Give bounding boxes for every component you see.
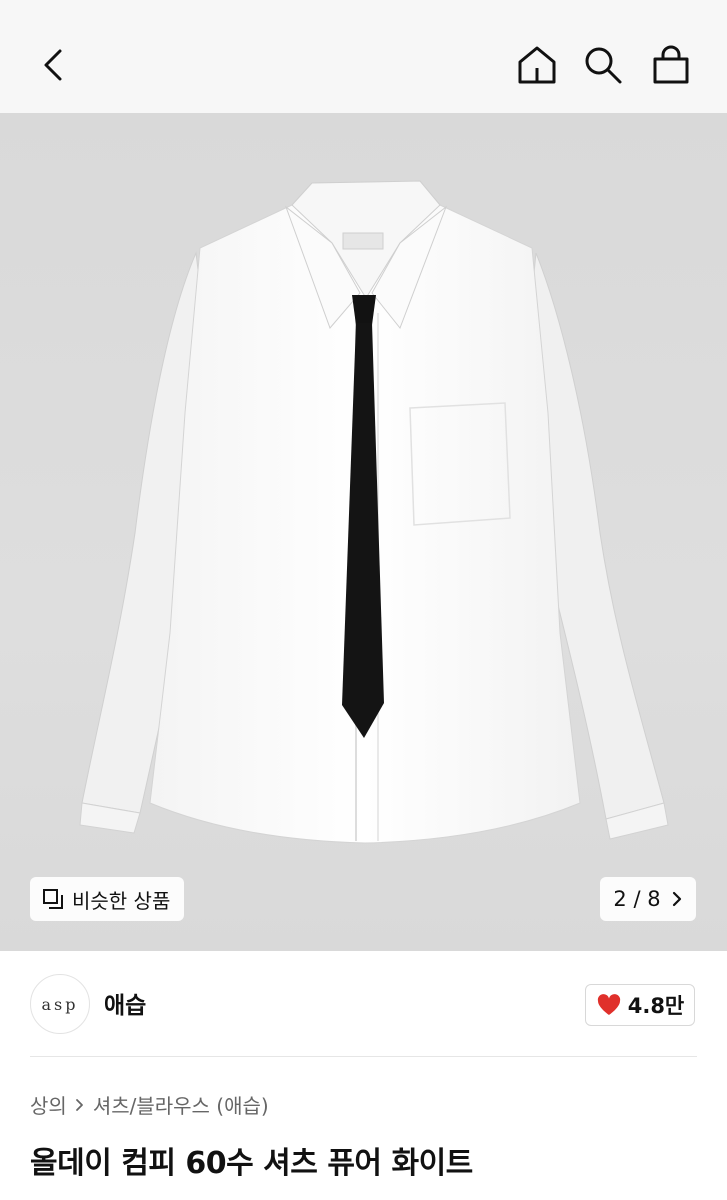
heart-icon [597,994,620,1015]
image-counter: 2 / 8 [613,887,661,911]
similar-products-label: 비슷한 상품 [72,888,171,913]
home-button[interactable] [510,38,564,92]
like-button[interactable]: 4.8만 [585,984,695,1026]
like-count: 4.8만 [627,994,685,1018]
product-photo-shirt [79,180,669,844]
home-icon [518,46,556,84]
top-navigation-bar [0,0,727,113]
divider [30,1056,697,1057]
breadcrumb: 상의 셔츠/블라우스 (애습) [30,1090,269,1119]
brand-logo-text: asp [41,994,79,1014]
back-button[interactable] [26,38,80,92]
shopping-bag-button[interactable] [644,38,698,92]
product-title: 올데이 컴피 60수 셔츠 퓨어 화이트 [30,1146,473,1181]
chevron-right-icon [75,1098,83,1111]
breadcrumb-category[interactable]: 상의 [30,1090,67,1119]
shopping-bag-icon [653,45,689,84]
brand-row: asp 애습 4.8만 [0,951,727,1057]
chevron-left-icon [44,49,62,81]
image-counter-button[interactable]: 2 / 8 [600,877,696,921]
chevron-right-icon [672,891,681,907]
search-icon [585,47,622,84]
search-button[interactable] [576,38,630,92]
brand-logo[interactable]: asp [30,974,90,1034]
product-image-gallery[interactable]: 비슷한 상품 2 / 8 [0,113,727,951]
brand-name[interactable]: 애습 [104,986,146,1020]
similar-products-icon [43,889,63,909]
breadcrumb-subcategory[interactable]: 셔츠/블라우스 (애습) [93,1090,269,1119]
similar-products-button[interactable]: 비슷한 상품 [30,877,185,921]
